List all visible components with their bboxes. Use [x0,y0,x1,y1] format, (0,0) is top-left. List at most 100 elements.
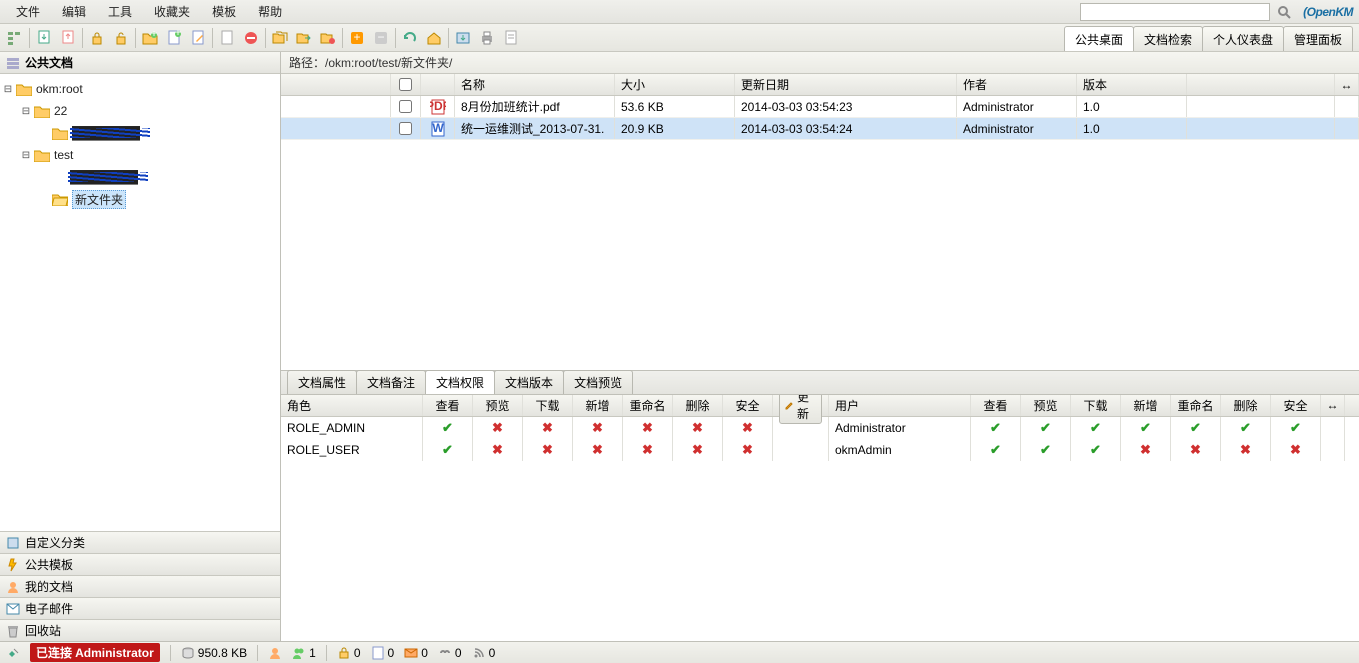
move-icon[interactable] [295,29,313,47]
copy-icon[interactable] [271,29,289,47]
menu-bookmarks[interactable]: 收藏夹 [144,0,200,23]
status-disk: 950.8 KB [181,646,247,660]
collapse-icon[interactable]: ⊟ [2,84,14,95]
file-author: Administrator [957,96,1077,117]
file-list: 名称 大小 更新日期 作者 版本 ↔ PDF 8月份加班统计.pdf 53.6 … [281,74,1359,371]
perm-col-download[interactable]: 下载 [523,395,573,416]
col-expand[interactable] [281,74,391,95]
perm-col-preview[interactable]: 预览 [473,395,523,416]
tree-node-newfolder[interactable]: 新文件夹 [38,188,278,210]
col-size[interactable]: 大小 [615,74,735,95]
check-icon: ✔ [1240,420,1251,436]
breadcrumb-path[interactable]: /okm:root/test/新文件夹/ [325,54,452,71]
perm-col-view[interactable]: 查看 [423,395,473,416]
doc-new-icon[interactable]: + [165,29,183,47]
check-icon: ✔ [1040,420,1051,436]
sidebar-header-public-docs[interactable]: 公共文档 [0,52,280,74]
property-remove-icon[interactable]: − [372,29,390,47]
export-icon[interactable] [454,29,472,47]
sidebar-header-label: 公共文档 [25,54,73,71]
tree-node-22[interactable]: ⊟ 22 [20,100,278,122]
select-all-checkbox[interactable] [399,78,412,91]
tab-public-desktop[interactable]: 公共桌面 [1064,26,1134,51]
menu-help[interactable]: 帮助 [248,0,292,23]
row-checkbox[interactable] [399,122,412,135]
tab-doc-search[interactable]: 文档检索 [1133,26,1203,51]
tree-icon[interactable] [6,29,24,47]
toolbar: + + + − 公共桌面 文档检索 个人仪表盘 管理面板 [0,24,1359,52]
tab-doc-notes[interactable]: 文档备注 [356,370,426,394]
perm-col-user-download[interactable]: 下载 [1071,395,1121,416]
sidebar-panel-my-docs[interactable]: 我的文档 [0,575,280,597]
tab-admin-panel[interactable]: 管理面板 [1283,26,1353,51]
doc-upload-icon[interactable] [59,29,77,47]
sidebar-panel-trash[interactable]: 回收站 [0,619,280,641]
doc-edit-icon[interactable] [189,29,207,47]
col-name[interactable]: 名称 [455,74,615,95]
file-name: 8月份加班统计.pdf [455,96,615,117]
search-input[interactable] [1080,3,1270,21]
menu-tools[interactable]: 工具 [98,0,142,23]
tab-doc-preview[interactable]: 文档预览 [563,370,633,394]
search-button[interactable] [1275,3,1293,21]
home-icon[interactable] [425,29,443,47]
tree-node-test[interactable]: ⊟ test [20,144,278,166]
tab-doc-versions[interactable]: 文档版本 [494,370,564,394]
perm-col-more[interactable]: ↔ [1321,395,1345,416]
perm-row[interactable]: ROLE_USER✔✖✖✖✖✖✖okmAdmin✔✔✔✖✖✖✖ [281,439,1359,461]
tab-doc-permissions[interactable]: 文档权限 [425,370,495,394]
menu-templates[interactable]: 模板 [202,0,246,23]
collapse-icon[interactable]: ⊟ [20,106,32,117]
perm-col-user-preview[interactable]: 预览 [1021,395,1071,416]
perm-col-role[interactable]: 角色 [281,395,423,416]
tree-node-root[interactable]: ⊟ okm:root [2,78,278,100]
doc-small-icon [371,646,385,660]
menu-file[interactable]: 文件 [6,0,50,23]
check-icon: ✔ [1140,420,1151,436]
print-icon[interactable] [478,29,496,47]
tab-personal-dashboard[interactable]: 个人仪表盘 [1202,26,1284,51]
tree-node-redacted-1[interactable]: ████████ [38,122,278,144]
property-add-icon[interactable]: + [348,29,366,47]
col-version[interactable]: 版本 [1077,74,1187,95]
perm-col-user-add[interactable]: 新增 [1121,395,1171,416]
sidebar: 公共文档 ⊟ okm:root ⊟ 22 ████████ [0,52,281,641]
perm-col-user[interactable]: 用户 [829,395,971,416]
perm-col-user-delete[interactable]: 删除 [1221,395,1271,416]
delete-icon[interactable] [319,29,337,47]
sidebar-panel-custom-category[interactable]: 自定义分类 [0,531,280,553]
file-row[interactable]: PDF 8月份加班统计.pdf 53.6 KB 2014-03-03 03:54… [281,96,1359,118]
col-checkbox[interactable] [391,74,421,95]
perm-col-security[interactable]: 安全 [723,395,773,416]
perm-row[interactable]: ROLE_ADMIN✔✖✖✖✖✖✖Administrator✔✔✔✔✔✔✔ [281,417,1359,439]
perm-user-name: Administrator [829,417,971,439]
cross-icon: ✖ [592,420,603,436]
checkout-icon[interactable] [218,29,236,47]
file-row[interactable]: W 统一运维测试_2013-07-31. 20.9 KB 2014-03-03 … [281,118,1359,140]
unlock-icon[interactable] [112,29,130,47]
menubar: 文件 编辑 工具 收藏夹 模板 帮助 (OpenKM [0,0,1359,24]
perm-col-delete[interactable]: 删除 [673,395,723,416]
col-date[interactable]: 更新日期 [735,74,957,95]
doc-download-icon[interactable] [35,29,53,47]
folder-new-icon[interactable]: + [141,29,159,47]
tree-node-redacted-2[interactable]: ████████ [38,166,278,188]
tab-doc-properties[interactable]: 文档属性 [287,370,357,394]
collapse-icon[interactable]: ⊟ [20,150,32,161]
col-type[interactable] [421,74,455,95]
menu-edit[interactable]: 编辑 [52,0,96,23]
row-checkbox[interactable] [399,100,412,113]
sidebar-panel-email[interactable]: 电子邮件 [0,597,280,619]
sidebar-panel-public-templates[interactable]: 公共模板 [0,553,280,575]
refresh-icon[interactable] [401,29,419,47]
col-more[interactable]: ↔ [1335,74,1359,95]
perm-col-user-view[interactable]: 查看 [971,395,1021,416]
lock-icon[interactable] [88,29,106,47]
perm-col-rename[interactable]: 重命名 [623,395,673,416]
col-author[interactable]: 作者 [957,74,1077,95]
perm-col-add[interactable]: 新增 [573,395,623,416]
perm-col-user-rename[interactable]: 重命名 [1171,395,1221,416]
perm-col-user-security[interactable]: 安全 [1271,395,1321,416]
cancel-checkout-icon[interactable] [242,29,260,47]
doc-misc-icon[interactable] [502,29,520,47]
